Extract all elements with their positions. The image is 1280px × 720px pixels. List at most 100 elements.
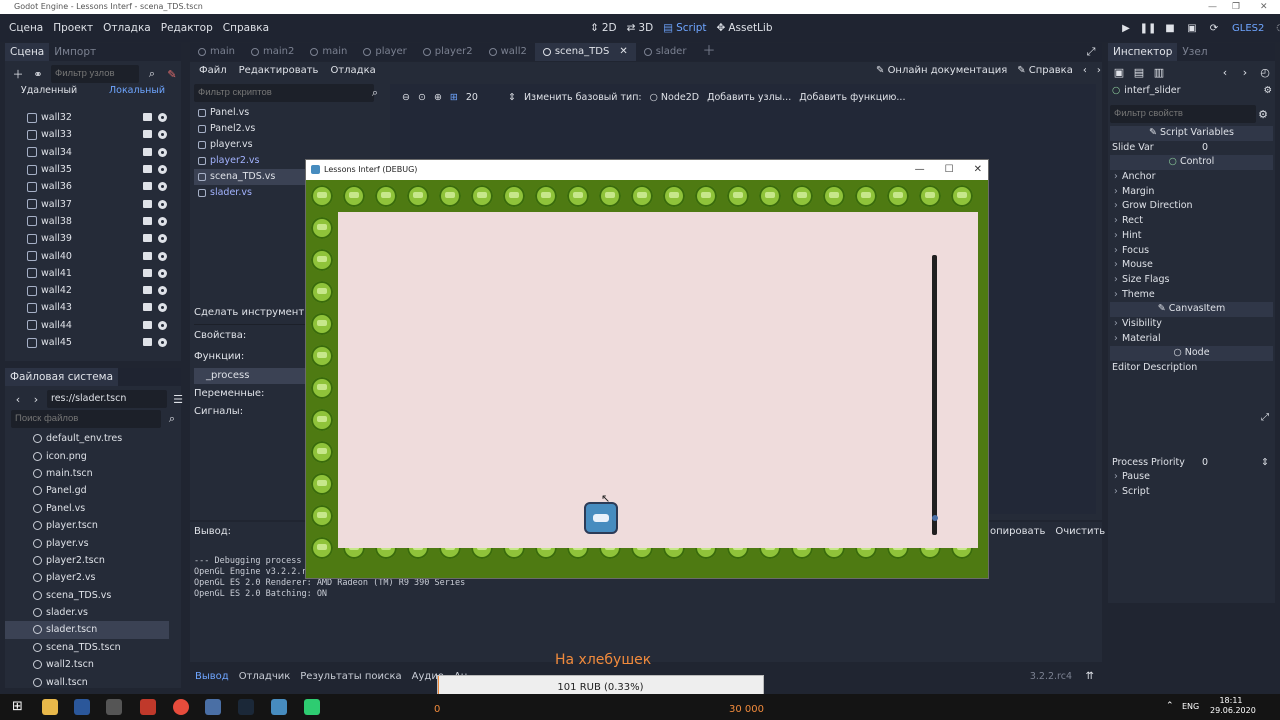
editor-tab[interactable]: main2 [243, 43, 302, 61]
control-section[interactable]: ○ Control [1110, 155, 1273, 171]
prev-script-icon[interactable]: ‹ [1083, 65, 1087, 76]
visibility-icon[interactable] [158, 216, 167, 226]
slider-grabber[interactable] [931, 515, 938, 522]
snap-icon[interactable]: ⊞ [450, 92, 458, 103]
lock-icon[interactable] [143, 182, 152, 191]
visibility-icon[interactable] [158, 234, 167, 244]
visibility-icon[interactable] [158, 251, 167, 261]
pause-button[interactable]: ❚❚ [1140, 22, 1157, 34]
tab-import[interactable]: Импорт [49, 43, 101, 61]
node-filter-input[interactable] [51, 65, 139, 83]
tree-node[interactable]: wall43 [21, 299, 181, 316]
workspace-3d-button[interactable]: ⇄ 3D [627, 22, 654, 34]
file-item[interactable]: icon.png [5, 447, 169, 464]
file-item[interactable]: player.vs [5, 534, 169, 551]
file-item[interactable]: player2.vs [5, 569, 169, 586]
editor-tab[interactable]: main [190, 43, 243, 61]
tab-scene[interactable]: Сцена [5, 43, 50, 61]
file-search-input[interactable] [11, 410, 161, 428]
script-item[interactable]: player.vs [194, 137, 386, 153]
file-item[interactable]: Panel.vs [5, 500, 169, 517]
visibility-icon[interactable] [158, 320, 167, 330]
tree-node[interactable]: wall35 [21, 161, 181, 178]
history-back-icon[interactable]: ‹ [1218, 65, 1232, 79]
menu-project[interactable]: Проект [48, 22, 98, 34]
tab-node[interactable]: Узел [1177, 43, 1212, 61]
history-forward-icon[interactable]: › [1238, 65, 1252, 79]
add-nodes-button[interactable]: Добавить узлы... [707, 92, 791, 103]
lock-icon[interactable] [143, 286, 152, 295]
remote-toggle[interactable]: Удаленный [21, 85, 77, 99]
tree-node[interactable]: wall33 [21, 126, 181, 143]
add-function-button[interactable]: Добавить функцию... [799, 92, 905, 103]
game-window-titlebar[interactable]: Lessons Interf (DEBUG) — ☐ ✕ [306, 160, 988, 180]
tab-filesystem[interactable]: Файловая система [5, 368, 119, 386]
canvas-item-section[interactable]: ✎ CanvasItem [1110, 302, 1273, 317]
save-resource-icon[interactable]: ▥ [1152, 65, 1166, 79]
visibility-icon[interactable] [158, 182, 167, 192]
visibility-icon[interactable] [158, 165, 167, 175]
object-properties-icon[interactable]: ⚙ [1263, 85, 1272, 96]
file-item[interactable]: wall2.tscn [5, 656, 169, 673]
lock-icon[interactable] [143, 338, 152, 346]
visibility-icon[interactable] [158, 147, 167, 157]
zoom-reset-icon[interactable]: ⊙ [418, 92, 426, 103]
property-group[interactable]: › Visibility [1110, 317, 1273, 332]
close-icon[interactable]: ✕ [974, 160, 982, 180]
lock-icon[interactable] [143, 234, 152, 243]
visibility-icon[interactable] [158, 113, 167, 123]
script-item[interactable]: Panel2.vs [194, 121, 386, 137]
visibility-icon[interactable] [158, 268, 167, 278]
lock-icon[interactable] [143, 113, 152, 122]
lock-icon[interactable] [143, 147, 152, 156]
script-item[interactable]: Panel.vs [194, 105, 386, 121]
workspace-script-button[interactable]: ▤ Script [663, 22, 706, 34]
tab-inspector[interactable]: Инспектор [1108, 43, 1178, 61]
stepper-icon[interactable]: ⇕ [508, 92, 516, 103]
tree-node[interactable]: wall44 [21, 317, 181, 334]
snap-value[interactable]: 20 [466, 92, 478, 103]
search-icon[interactable]: ⌕ [368, 86, 382, 100]
script-attach-icon[interactable]: ✎ [165, 67, 179, 81]
help-link[interactable]: ✎ Справка [1017, 65, 1073, 76]
editor-tab-active[interactable]: scena_TDS ✕ [534, 43, 636, 61]
tree-node[interactable]: wall32 [21, 109, 181, 126]
tab-debugger[interactable]: Отладчик [234, 671, 296, 682]
property-group[interactable]: › Grow Direction [1110, 199, 1273, 214]
editor-tab[interactable]: wall2 [481, 43, 535, 61]
close-tab-icon[interactable]: ✕ [619, 43, 627, 61]
script-menu-edit[interactable]: Редактировать [234, 65, 324, 76]
lock-icon[interactable] [143, 268, 152, 277]
property-group[interactable]: › Theme [1110, 288, 1273, 303]
file-item[interactable]: Panel.gd [5, 482, 169, 499]
file-item[interactable]: default_env.tres [5, 430, 169, 447]
play-custom-button[interactable]: ⟳ [1208, 22, 1220, 34]
copy-button[interactable]: опировать [990, 526, 1045, 537]
vertical-slider[interactable] [932, 255, 937, 535]
process-priority-value[interactable]: 0 [1202, 456, 1208, 471]
next-script-icon[interactable]: › [1097, 65, 1101, 76]
property-filter-input[interactable] [1110, 105, 1256, 123]
property-group[interactable]: › Margin [1110, 185, 1273, 200]
visibility-icon[interactable] [158, 130, 167, 140]
godot-taskbar-icon[interactable] [271, 699, 287, 715]
tree-node[interactable]: wall41 [21, 265, 181, 282]
slide-var-value[interactable]: 0 [1202, 141, 1208, 156]
tree-node[interactable]: wall34 [21, 144, 181, 161]
maximize-icon[interactable]: ☐ [945, 160, 954, 180]
tray-chevron-icon[interactable]: ⌃ [1166, 701, 1174, 711]
game-debug-window[interactable]: Lessons Interf (DEBUG) — ☐ ✕ [305, 159, 989, 579]
visibility-icon[interactable] [158, 199, 167, 209]
editor-tab[interactable]: player [355, 43, 414, 61]
clock[interactable]: 18:11 29.06.2020 [1210, 696, 1256, 716]
windows-start-icon[interactable]: ⊞ [12, 699, 28, 715]
close-icon[interactable]: ✕ [1260, 0, 1268, 14]
property-group[interactable]: › Script [1110, 485, 1273, 500]
tree-node[interactable]: wall37 [21, 195, 181, 212]
lock-icon[interactable] [143, 216, 152, 225]
spinner-icon[interactable]: ⇕ [1261, 456, 1269, 471]
local-toggle[interactable]: Локальный [109, 85, 165, 99]
split-view-icon[interactable]: ☰ [171, 392, 185, 406]
property-group[interactable]: › Hint [1110, 229, 1273, 244]
game-viewport[interactable] [306, 180, 988, 578]
